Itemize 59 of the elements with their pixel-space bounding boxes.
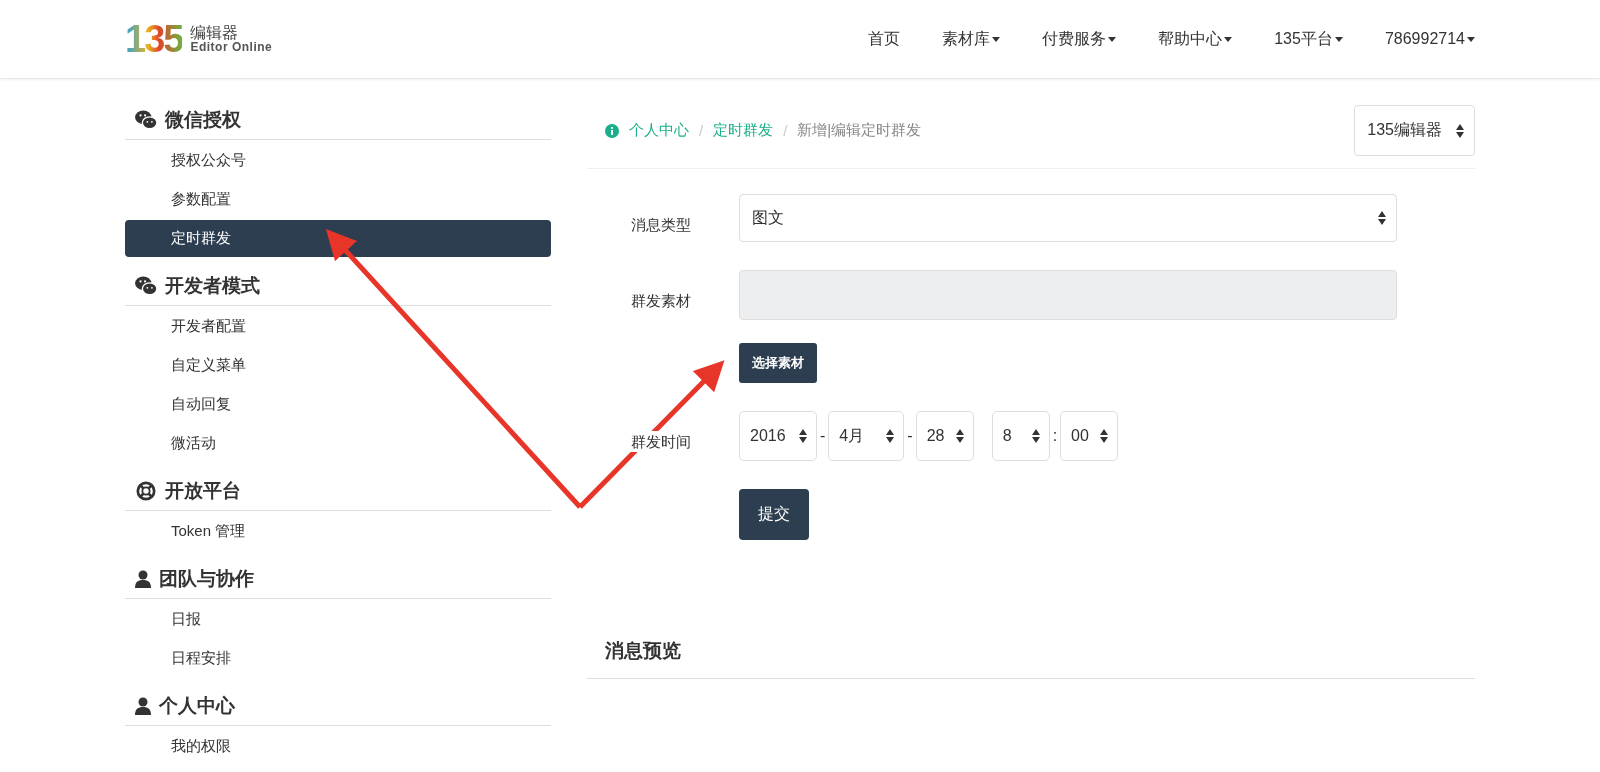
breadcrumb-current: 新增|编辑定时群发 bbox=[797, 121, 922, 140]
sidebar-heading-text: 个人中心 bbox=[159, 694, 235, 718]
sidebar-item[interactable]: 开发者配置 bbox=[125, 308, 551, 345]
sidebar-heading-text: 微信授权 bbox=[165, 108, 241, 132]
caret-icon bbox=[1224, 36, 1233, 42]
sidebar-item[interactable]: 参数配置 bbox=[125, 181, 551, 218]
submit-button[interactable]: 提交 bbox=[739, 489, 809, 540]
sidebar-item[interactable]: 日报 bbox=[125, 601, 551, 638]
hour-select[interactable]: 8 bbox=[991, 411, 1050, 461]
nav-link[interactable]: 首页 bbox=[854, 28, 915, 50]
sidebar-item[interactable]: 我的权限 bbox=[125, 728, 551, 765]
nav-link[interactable]: 素材库 bbox=[928, 28, 1015, 50]
user-icon bbox=[135, 697, 151, 715]
nav-link[interactable]: 帮助中心 bbox=[1144, 28, 1247, 50]
month-select[interactable]: 4月 bbox=[828, 411, 905, 461]
up-down-icon bbox=[1456, 123, 1464, 138]
sidebar-item[interactable]: 授权公众号 bbox=[125, 142, 551, 179]
chat-bubbles-icon bbox=[135, 276, 157, 296]
up-down-icon bbox=[1378, 211, 1386, 225]
chat-bubbles-icon bbox=[135, 110, 157, 130]
lifebuoy-icon bbox=[135, 481, 157, 501]
sidebar-item[interactable]: 自动回复 bbox=[125, 386, 551, 423]
up-down-icon bbox=[799, 429, 807, 443]
date-separator: - bbox=[819, 427, 827, 445]
user-icon bbox=[135, 570, 151, 588]
day-select[interactable]: 28 bbox=[915, 411, 974, 461]
date-separator: - bbox=[906, 427, 914, 445]
field-label: 群发素材 bbox=[630, 291, 692, 311]
sidebar-item[interactable]: 自定义菜单 bbox=[125, 347, 551, 384]
nav-link[interactable]: 135平台 bbox=[1260, 28, 1357, 50]
preview-title: 消息预览 bbox=[587, 638, 1475, 679]
logo-subtitle: Editor Online bbox=[190, 41, 273, 55]
caret-icon bbox=[1108, 36, 1117, 42]
breadcrumb-separator: / bbox=[699, 122, 704, 139]
caret-icon bbox=[1334, 36, 1343, 42]
sidebar-item[interactable]: 定时群发 bbox=[125, 220, 551, 257]
sidebar-item[interactable]: 微活动 bbox=[125, 425, 551, 462]
minute-select[interactable]: 00 bbox=[1060, 411, 1119, 461]
sidebar-heading-text: 开发者模式 bbox=[165, 274, 260, 298]
nav-link[interactable]: 付费服务 bbox=[1028, 28, 1131, 50]
sidebar-heading-text: 开放平台 bbox=[165, 479, 241, 503]
logo-title: 编辑器 bbox=[190, 23, 240, 42]
up-down-icon bbox=[1100, 429, 1109, 443]
year-select[interactable]: 2016 bbox=[739, 411, 817, 461]
sidebar-heading-text: 团队与协作 bbox=[159, 567, 254, 591]
sidebar-item[interactable]: Token 管理 bbox=[125, 513, 551, 550]
caret-icon bbox=[1467, 36, 1475, 42]
caret-icon bbox=[992, 36, 1001, 42]
info-icon bbox=[605, 123, 619, 138]
up-down-icon bbox=[886, 429, 895, 443]
sidebar-item[interactable]: 日程安排 bbox=[125, 640, 551, 677]
nav-link[interactable]: 786992714 bbox=[1370, 28, 1475, 50]
message-type-select[interactable]: 图文 bbox=[739, 194, 1397, 242]
field-label: 消息类型 bbox=[630, 215, 692, 235]
account-select[interactable]: 135编辑器 bbox=[1354, 105, 1475, 156]
time-separator: : bbox=[1051, 427, 1059, 445]
up-down-icon bbox=[955, 429, 964, 443]
breadcrumb-separator: / bbox=[783, 122, 788, 139]
up-down-icon bbox=[1031, 429, 1040, 443]
